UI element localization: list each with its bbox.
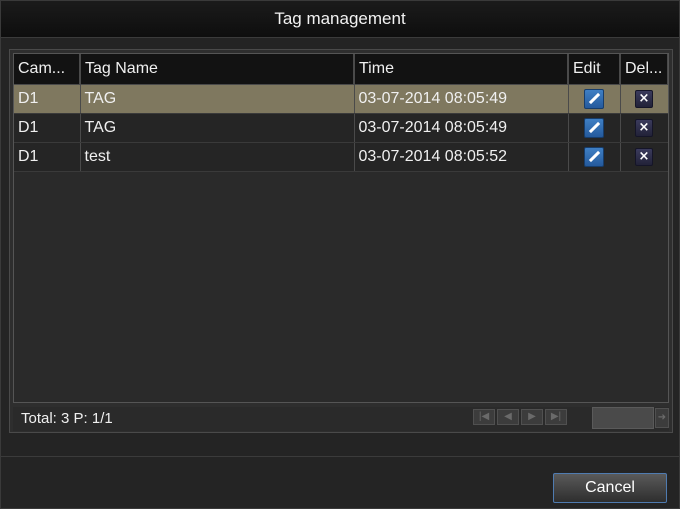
cell-edit: [568, 142, 621, 172]
tag-table: Cam... Tag Name Time Edit Del... D1 TAG …: [14, 54, 668, 172]
page-number-input[interactable]: [592, 407, 654, 429]
next-page-icon[interactable]: ▶: [521, 409, 543, 425]
cell-tag-name: test: [80, 142, 355, 172]
column-header-time[interactable]: Time: [354, 54, 569, 85]
cell-tag-name: TAG: [80, 84, 355, 114]
column-header-tag-name[interactable]: Tag Name: [80, 54, 355, 85]
table-row[interactable]: D1 test 03-07-2014 08:05:52 ×: [14, 142, 668, 172]
pencil-icon[interactable]: [584, 147, 604, 167]
close-icon[interactable]: ×: [635, 118, 653, 137]
close-icon[interactable]: ×: [635, 89, 653, 108]
table-row[interactable]: D1 TAG 03-07-2014 08:05:49 ×: [14, 84, 668, 114]
cancel-button[interactable]: Cancel: [553, 473, 667, 503]
tag-management-dialog: Tag management Cam... Tag Name Time Edit: [0, 0, 680, 509]
cell-camera: D1: [14, 113, 81, 143]
cell-edit: [568, 84, 621, 114]
total-pages-label: Total: 3 P: 1/1: [21, 410, 113, 427]
table-header-row: Cam... Tag Name Time Edit Del...: [14, 54, 668, 85]
table-footer: Total: 3 P: 1/1 |◀ ◀ ▶ ▶| ➜: [13, 407, 669, 431]
cell-camera: D1: [14, 142, 81, 172]
dialog-title: Tag management: [1, 1, 679, 38]
cell-delete: ×: [620, 84, 668, 114]
tag-list-panel: Cam... Tag Name Time Edit Del... D1 TAG …: [9, 49, 673, 433]
go-arrow-icon[interactable]: ➜: [655, 408, 669, 428]
cell-time: 03-07-2014 08:05:52: [354, 142, 569, 172]
divider: [1, 456, 679, 457]
cell-time: 03-07-2014 08:05:49: [354, 113, 569, 143]
first-page-icon[interactable]: |◀: [473, 409, 495, 425]
last-page-icon[interactable]: ▶|: [545, 409, 567, 425]
close-icon[interactable]: ×: [635, 147, 653, 166]
cell-edit: [568, 113, 621, 143]
table-row[interactable]: D1 TAG 03-07-2014 08:05:49 ×: [14, 113, 668, 143]
cell-time: 03-07-2014 08:05:49: [354, 84, 569, 114]
column-header-delete[interactable]: Del...: [620, 54, 668, 85]
cell-delete: ×: [620, 142, 668, 172]
tag-table-container: Cam... Tag Name Time Edit Del... D1 TAG …: [13, 53, 669, 403]
cell-camera: D1: [14, 84, 81, 114]
column-header-camera[interactable]: Cam...: [14, 54, 81, 85]
pencil-icon[interactable]: [584, 89, 604, 109]
cell-delete: ×: [620, 113, 668, 143]
prev-page-icon[interactable]: ◀: [497, 409, 519, 425]
pencil-icon[interactable]: [584, 118, 604, 138]
cell-tag-name: TAG: [80, 113, 355, 143]
column-header-edit[interactable]: Edit: [568, 54, 621, 85]
